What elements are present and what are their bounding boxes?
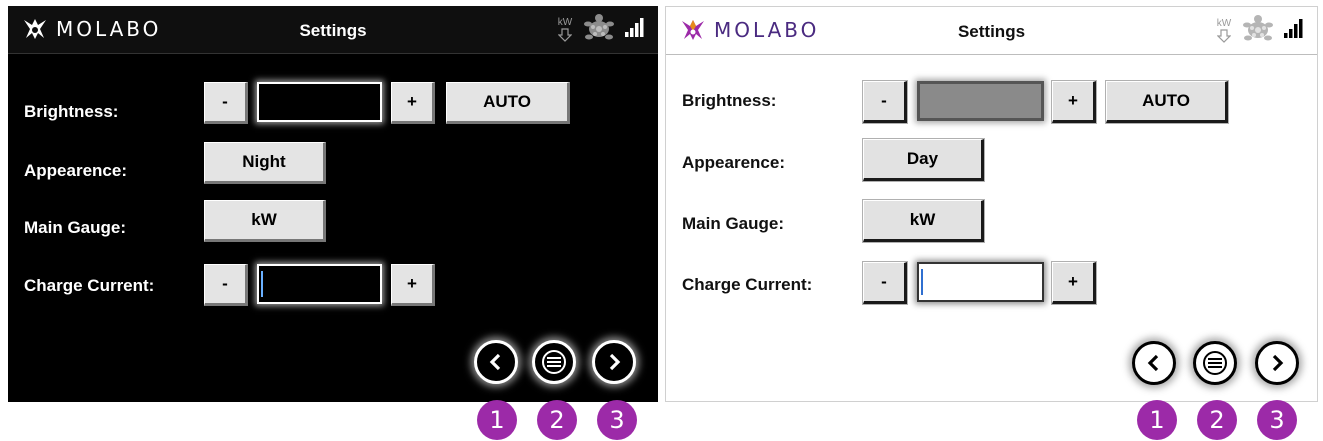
status-icons: kW [556, 12, 646, 47]
brightness-decrease-button[interactable]: - [204, 82, 248, 124]
forward-icon [1272, 354, 1284, 372]
brightness-decrease-button[interactable]: - [863, 81, 907, 123]
menu-icon [1203, 351, 1227, 375]
menu-button[interactable] [532, 340, 576, 384]
main-gauge-button[interactable]: kW [204, 200, 326, 242]
kw-down-arrow-icon: kW [1215, 17, 1233, 43]
forward-button[interactable] [592, 340, 636, 384]
charge-current-increase-button[interactable]: + [391, 264, 435, 306]
brightness-increase-button[interactable]: + [1052, 81, 1096, 123]
charge-current-increase-button[interactable]: + [1052, 262, 1096, 304]
menu-button[interactable] [1193, 341, 1237, 385]
kw-indicator-label: kW [557, 16, 573, 28]
back-button[interactable] [1132, 341, 1176, 385]
status-icons: kW [1215, 13, 1305, 48]
turtle-icon [582, 12, 616, 47]
brightness-label: Brightness: [682, 91, 777, 110]
charge-current-field[interactable] [257, 264, 382, 304]
back-icon [489, 353, 501, 371]
charge-current-decrease-button[interactable]: - [204, 264, 248, 306]
main-gauge-label: Main Gauge: [682, 214, 785, 233]
brightness-auto-button[interactable]: AUTO [1106, 81, 1228, 123]
callout-badge-3: 3 [597, 400, 637, 440]
main-gauge-button[interactable]: kW [863, 200, 984, 242]
forward-button[interactable] [1255, 341, 1299, 385]
brightness-level-field[interactable] [257, 82, 382, 122]
brightness-auto-button[interactable]: AUTO [446, 82, 570, 124]
callout-badge-2: 2 [1197, 400, 1237, 440]
appearance-toggle-button[interactable]: Day [863, 139, 984, 181]
appearance-toggle-button[interactable]: Night [204, 142, 326, 184]
turtle-icon [1241, 13, 1275, 48]
appearance-label: Appearence: [682, 153, 785, 172]
charge-current-label: Charge Current: [24, 276, 155, 295]
appearance-label: Appearence: [24, 161, 127, 180]
brightness-label: Brightness: [24, 102, 119, 121]
callout-badge-3: 3 [1257, 400, 1297, 440]
header-bar: MOLABO Settings kW [8, 6, 658, 54]
forward-icon [609, 353, 621, 371]
back-icon [1147, 354, 1159, 372]
callout-badge-1: 1 [477, 400, 517, 440]
signal-bars-icon [624, 17, 646, 42]
charge-current-label: Charge Current: [682, 275, 813, 294]
header-bar: MOLABO Settings kW [666, 7, 1317, 55]
back-button[interactable] [474, 340, 518, 384]
charge-current-field[interactable] [917, 262, 1044, 302]
dark-settings-screen: MOLABO Settings kW Brightness: - + AUTO … [8, 6, 658, 402]
main-gauge-label: Main Gauge: [24, 218, 127, 237]
menu-icon [542, 350, 566, 374]
kw-indicator-label: kW [1216, 17, 1232, 29]
text-caret [261, 271, 263, 297]
light-settings-screen: MOLABO Settings kW Brightness: - + AUTO … [665, 6, 1318, 402]
brightness-increase-button[interactable]: + [391, 82, 435, 124]
callout-badge-1: 1 [1137, 400, 1177, 440]
callout-badge-2: 2 [537, 400, 577, 440]
charge-current-decrease-button[interactable]: - [863, 262, 907, 304]
text-caret [921, 269, 923, 295]
signal-bars-icon [1283, 18, 1305, 43]
brightness-level-field[interactable] [917, 81, 1044, 121]
kw-down-arrow-icon: kW [556, 16, 574, 42]
